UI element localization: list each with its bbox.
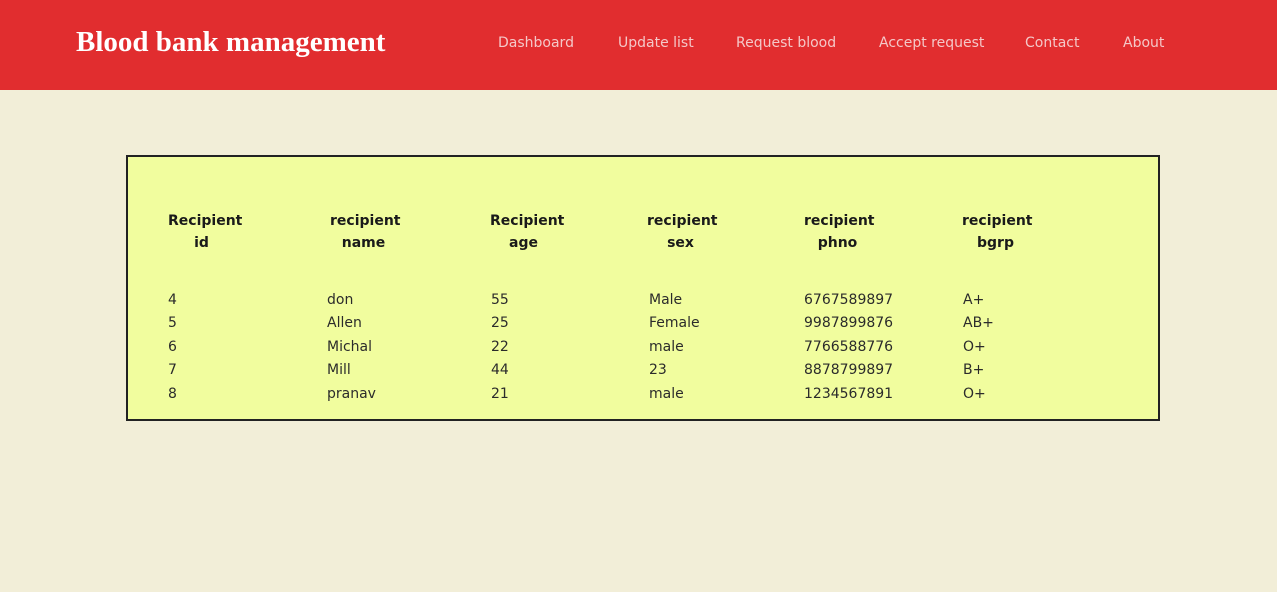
nav-request-blood[interactable]: Request blood [736, 35, 836, 51]
cell-age: 21 [491, 386, 509, 402]
table-row: 4 don 55 Male 6767589897 A+ [128, 289, 1158, 312]
cell-id: 4 [168, 292, 177, 308]
brand-title: Blood bank management [76, 26, 386, 58]
cell-name: Allen [327, 315, 362, 331]
table-row: 5 Allen 25 Female 9987899876 AB+ [128, 312, 1158, 335]
header-line-1: recipient [962, 213, 1033, 229]
header-line-2: bgrp [977, 235, 1014, 251]
cell-age: 25 [491, 315, 509, 331]
nav-accept-request[interactable]: Accept request [879, 35, 984, 51]
header-line-2: name [341, 235, 386, 251]
nav-dashboard[interactable]: Dashboard [498, 35, 574, 51]
header-recipient-phno: recipient phno [804, 210, 875, 254]
header-line-1: Recipient [490, 213, 565, 229]
cell-age: 55 [491, 292, 509, 308]
header-recipient-name: recipient name [330, 210, 401, 254]
cell-sex: male [649, 386, 684, 402]
header-line-2: phno [817, 235, 858, 251]
cell-age: 44 [491, 362, 509, 378]
recipient-table-panel: Recipient id recipient name Recipient ag… [126, 155, 1160, 421]
cell-bgrp: O+ [963, 386, 986, 402]
cell-name: don [327, 292, 354, 308]
cell-sex: Female [649, 315, 700, 331]
cell-bgrp: A+ [963, 292, 985, 308]
cell-id: 6 [168, 339, 177, 355]
cell-bgrp: O+ [963, 339, 986, 355]
cell-phno: 8878799897 [804, 362, 894, 378]
cell-bgrp: AB+ [963, 315, 994, 331]
header-recipient-sex: recipient sex [647, 210, 718, 254]
cell-age: 22 [491, 339, 509, 355]
table-row: 6 Michal 22 male 7766588776 O+ [128, 336, 1158, 359]
header-line-1: recipient [330, 213, 401, 229]
cell-phno: 7766588776 [804, 339, 894, 355]
cell-id: 5 [168, 315, 177, 331]
header-line-1: recipient [647, 213, 718, 229]
cell-sex: 23 [649, 362, 667, 378]
header-line-2: age [509, 235, 538, 251]
cell-id: 7 [168, 362, 177, 378]
table-row: 7 Mill 44 23 8878799897 B+ [128, 359, 1158, 382]
cell-phno: 1234567891 [804, 386, 894, 402]
cell-name: pranav [327, 386, 376, 402]
cell-sex: male [649, 339, 684, 355]
cell-name: Michal [327, 339, 373, 355]
nav-contact[interactable]: Contact [1025, 35, 1079, 51]
cell-phno: 9987899876 [804, 315, 894, 331]
header-recipient-id: Recipient id [168, 210, 243, 254]
cell-name: Mill [327, 362, 351, 378]
nav-about[interactable]: About [1123, 35, 1164, 51]
header-line-2: sex [667, 235, 694, 251]
header-line-1: recipient [804, 213, 875, 229]
cell-id: 8 [168, 386, 177, 402]
top-navbar: Blood bank management Dashboard Update l… [0, 0, 1277, 90]
header-line-1: Recipient [168, 213, 243, 229]
cell-bgrp: B+ [963, 362, 985, 378]
cell-phno: 6767589897 [804, 292, 894, 308]
cell-sex: Male [649, 292, 683, 308]
nav-update-list[interactable]: Update list [618, 35, 694, 51]
header-recipient-age: Recipient age [490, 210, 565, 254]
header-recipient-bgrp: recipient bgrp [962, 210, 1033, 254]
header-line-2: id [194, 235, 209, 251]
table-row: 8 pranav 21 male 1234567891 O+ [128, 383, 1158, 406]
